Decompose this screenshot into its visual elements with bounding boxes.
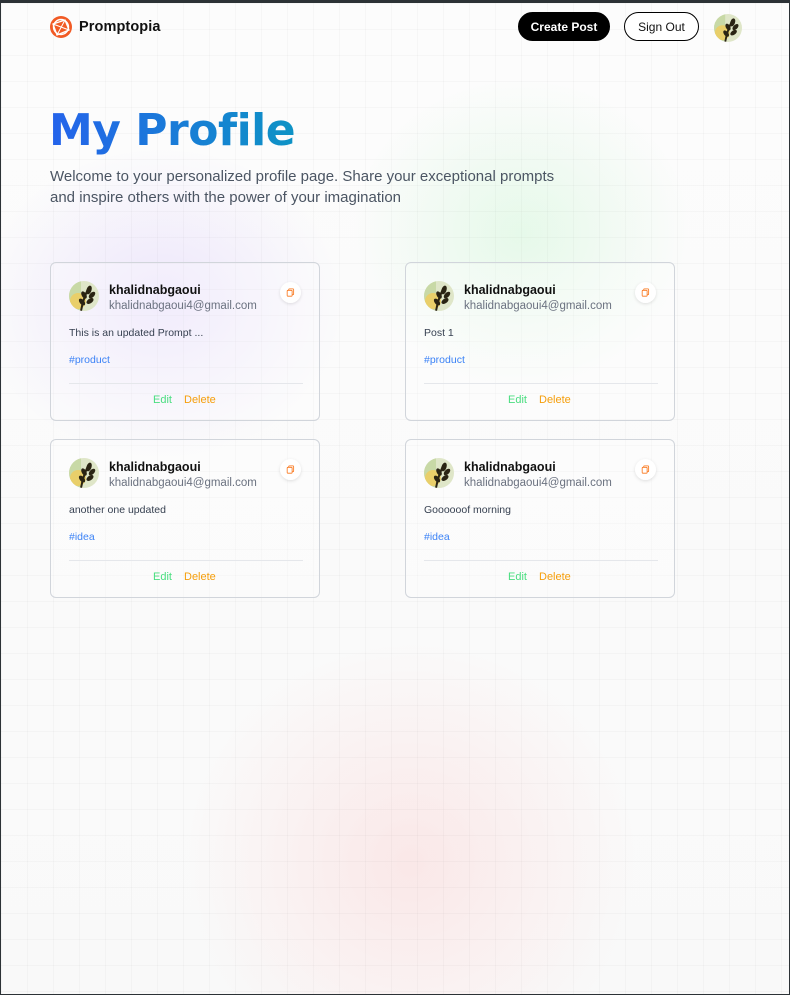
page-description: Welcome to your personalized profile pag… [50,168,555,206]
post-username[interactable]: khalidnabgaoui [464,283,556,297]
user-avatar-icon[interactable] [424,281,454,311]
post-prompt: Goooooof morning [424,504,511,516]
card-divider [69,383,303,384]
post-username[interactable]: khalidnabgaoui [109,460,201,474]
edit-button[interactable]: Edit [153,571,172,583]
app-name: Promptopia [79,19,161,35]
prompt-card: khalidnabgaoui khalidnabgaoui4@gmail.com… [50,439,320,598]
post-tag[interactable]: #product [69,354,110,366]
page-title: My Profile [49,101,296,161]
post-username[interactable]: khalidnabgaoui [464,460,556,474]
edit-button[interactable]: Edit [153,394,172,406]
prompt-card: khalidnabgaoui khalidnabgaoui4@gmail.com… [50,262,320,421]
copy-icon[interactable] [635,459,656,480]
user-avatar-icon[interactable] [69,458,99,488]
post-username[interactable]: khalidnabgaoui [109,283,201,297]
edit-button[interactable]: Edit [508,394,527,406]
top-nav: Promptopia Create Post Sign Out [1,3,789,55]
post-tag[interactable]: #idea [424,531,450,543]
delete-button[interactable]: Delete [539,571,571,583]
post-prompt: another one updated [69,504,166,516]
post-email: khalidnabgaoui4@gmail.com [464,300,612,312]
page-frame: Promptopia Create Post Sign Out My Profi… [0,0,790,995]
promptopia-logo-icon [49,15,73,39]
post-tag[interactable]: #product [424,354,465,366]
post-prompt: Post 1 [424,327,454,339]
copy-icon[interactable] [635,282,656,303]
card-divider [69,560,303,561]
sign-out-button[interactable]: Sign Out [624,12,699,41]
delete-button[interactable]: Delete [184,394,216,406]
app-logo[interactable]: Promptopia [49,15,161,39]
post-email: khalidnabgaoui4@gmail.com [109,300,257,312]
create-post-button[interactable]: Create Post [518,12,610,41]
post-tag[interactable]: #idea [69,531,95,543]
prompt-card: khalidnabgaoui khalidnabgaoui4@gmail.com… [405,262,675,421]
card-divider [424,560,658,561]
post-email: khalidnabgaoui4@gmail.com [109,477,257,489]
user-avatar-icon[interactable] [424,458,454,488]
edit-button[interactable]: Edit [508,571,527,583]
copy-icon[interactable] [280,282,301,303]
copy-icon[interactable] [280,459,301,480]
post-email: khalidnabgaoui4@gmail.com [464,477,612,489]
user-avatar-icon[interactable] [714,14,742,42]
post-prompt: This is an updated Prompt ... [69,327,204,339]
delete-button[interactable]: Delete [539,394,571,406]
card-divider [424,383,658,384]
user-avatar-icon[interactable] [69,281,99,311]
prompt-card: khalidnabgaoui khalidnabgaoui4@gmail.com… [405,439,675,598]
delete-button[interactable]: Delete [184,571,216,583]
